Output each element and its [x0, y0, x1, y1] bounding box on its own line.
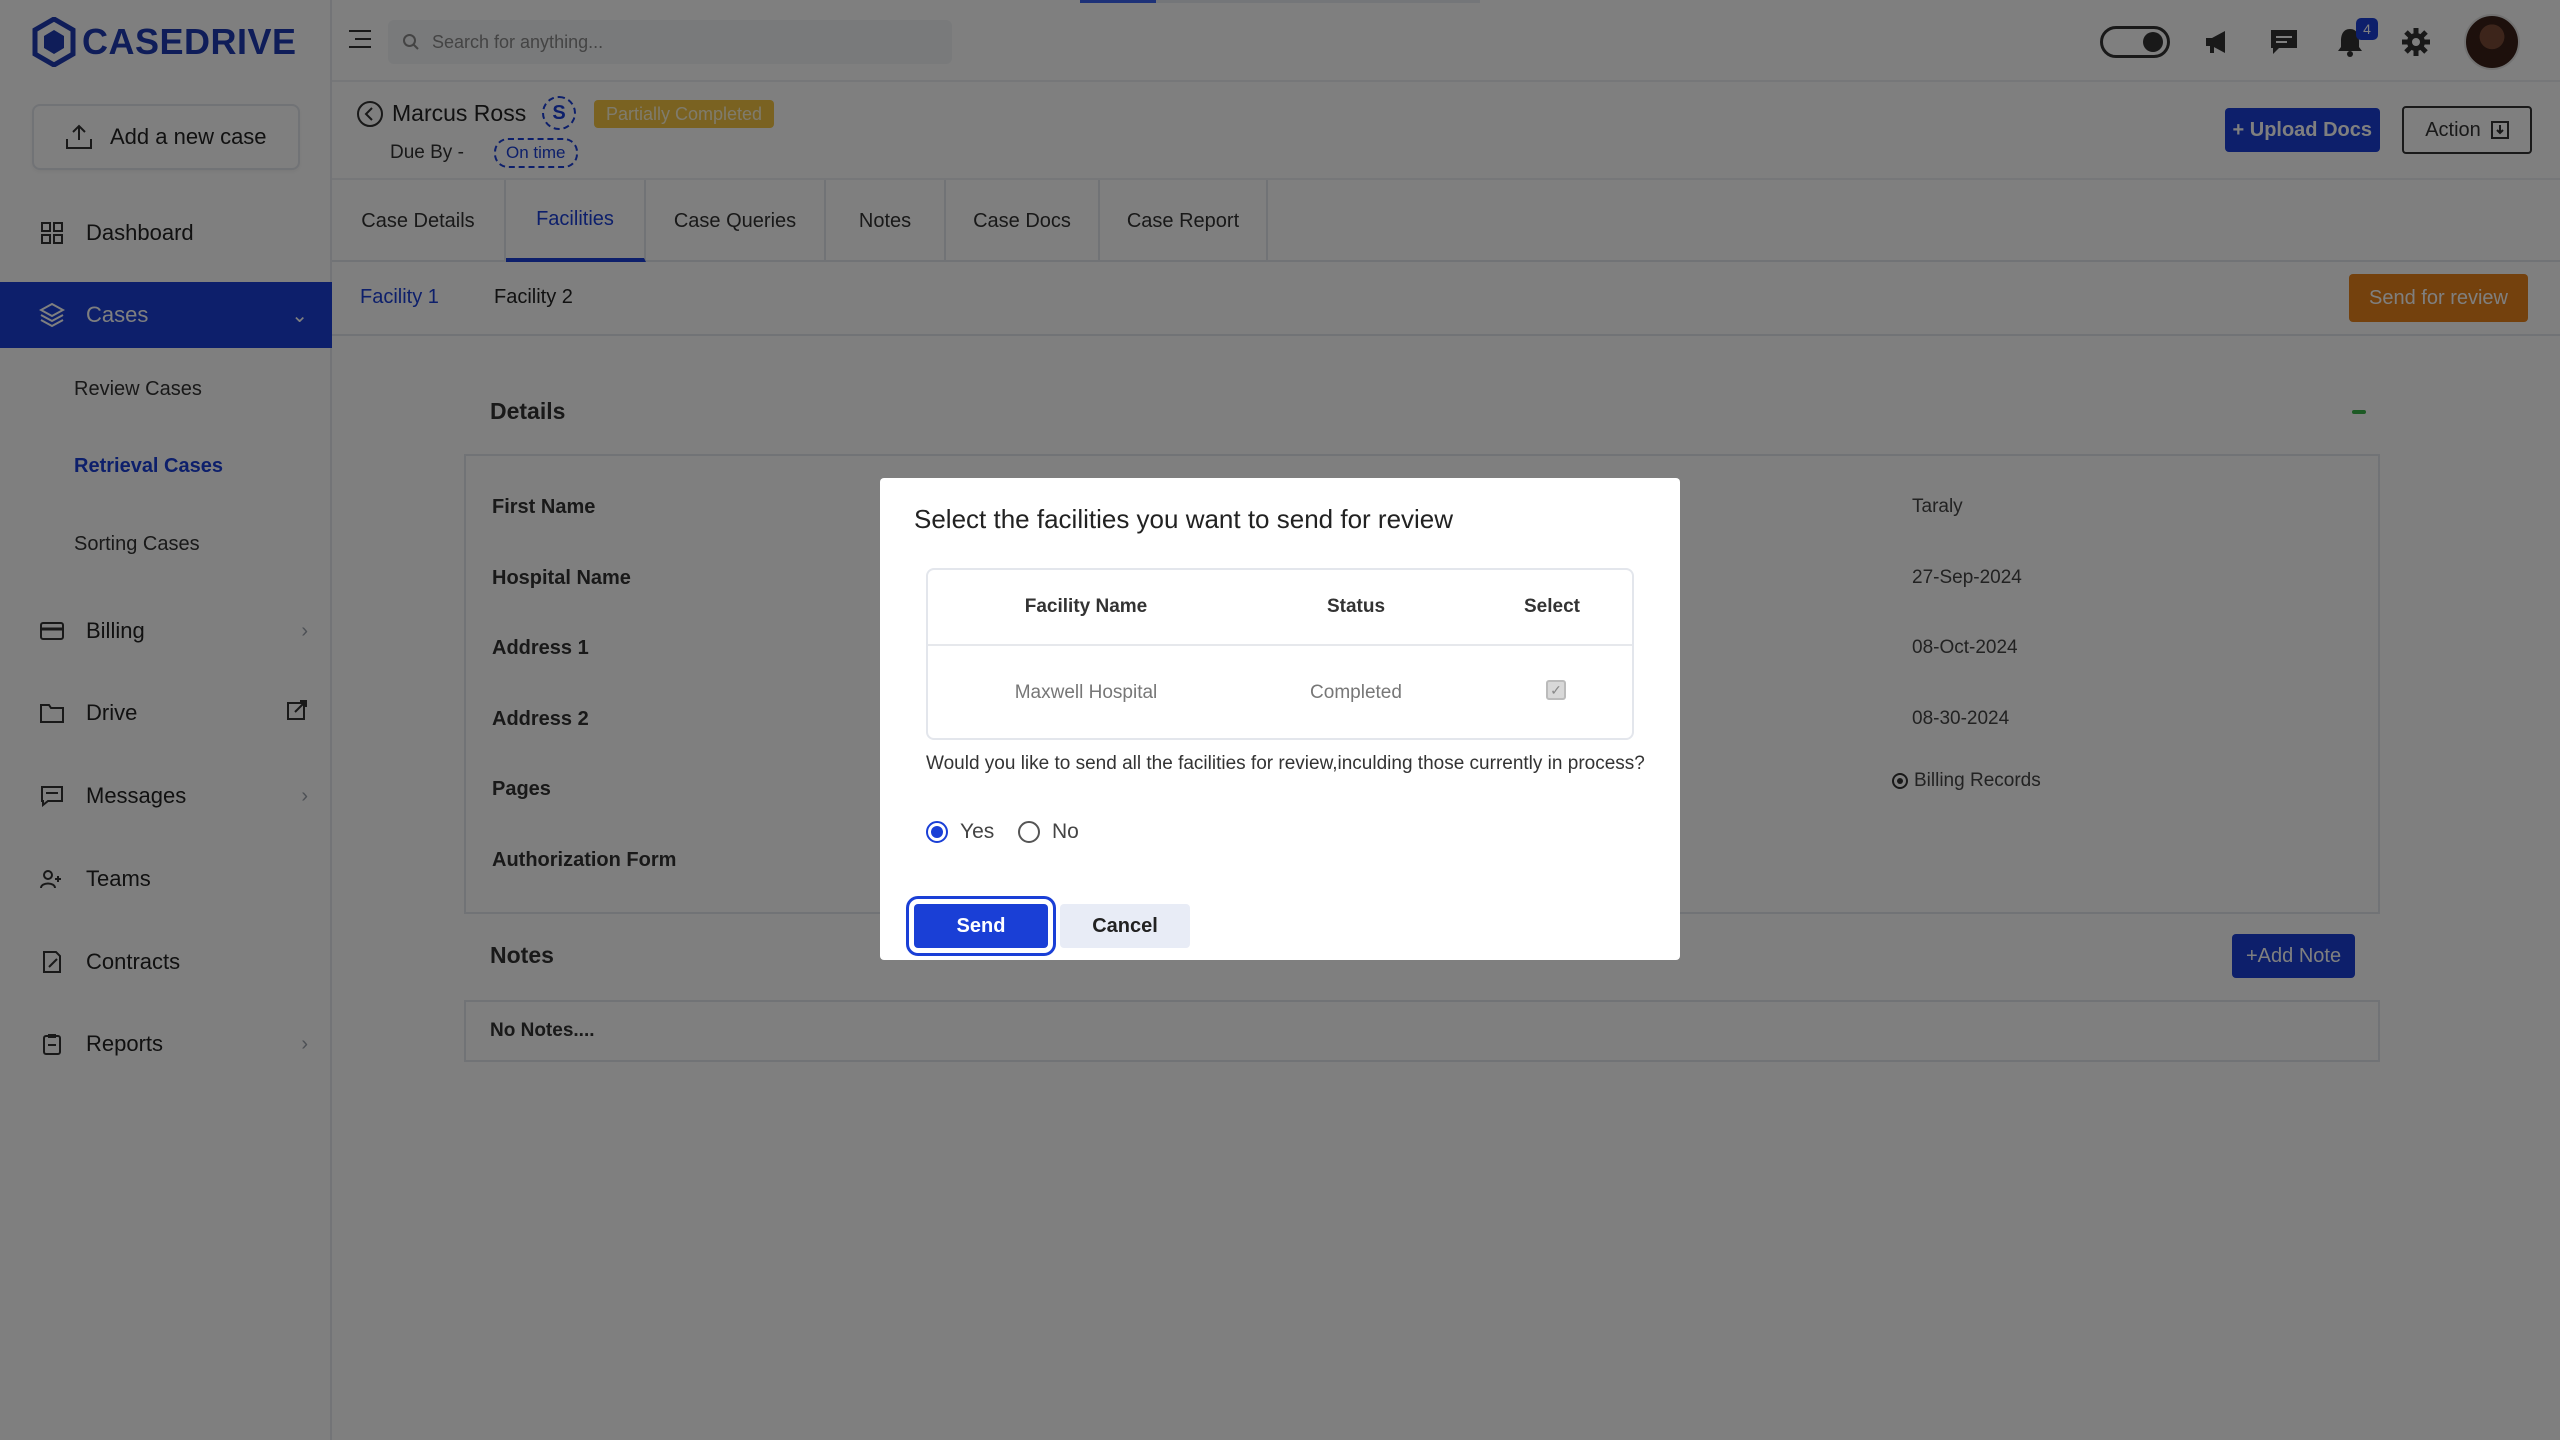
radio-yes[interactable]: Yes: [926, 820, 994, 844]
facility-select-checkbox[interactable]: ✓: [1546, 680, 1566, 700]
facility-table: Facility Name Status Select Maxwell Hosp…: [926, 568, 1634, 740]
facility-status-cell: Completed: [1310, 682, 1402, 703]
cancel-button[interactable]: Cancel: [1060, 904, 1190, 948]
column-header-select: Select: [1524, 596, 1580, 617]
send-for-review-dialog: Select the facilities you want to send f…: [880, 478, 1680, 960]
facility-name-cell: Maxwell Hospital: [1014, 682, 1158, 703]
radio-no-label: No: [1052, 820, 1079, 843]
radio-no[interactable]: No: [1018, 820, 1079, 844]
send-all-question: Would you like to send all the facilitie…: [926, 753, 1645, 774]
dialog-title: Select the facilities you want to send f…: [914, 504, 1454, 534]
column-header-status: Status: [1326, 596, 1386, 617]
send-button[interactable]: Send: [906, 896, 1056, 956]
table-header: Facility Name Status Select: [928, 570, 1632, 646]
column-header-facility-name: Facility Name: [1024, 596, 1148, 617]
radio-button-checked[interactable]: [926, 821, 948, 843]
radio-button-unchecked[interactable]: [1018, 821, 1040, 843]
radio-yes-label: Yes: [960, 820, 995, 843]
